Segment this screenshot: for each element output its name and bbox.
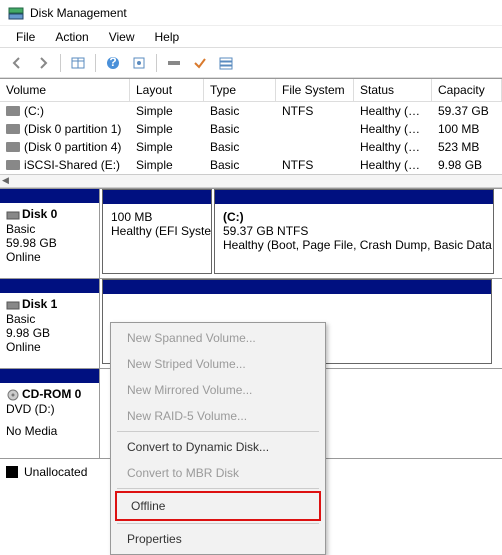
menu-action[interactable]: Action — [45, 28, 98, 45]
volume-capacity: 523 MB — [432, 138, 502, 156]
menu-new-spanned: New Spanned Volume... — [113, 325, 323, 351]
partition-status: Healthy (EFI System — [111, 224, 203, 238]
volume-row[interactable]: (Disk 0 partition 4) SimpleBasic Healthy (… — [0, 138, 502, 156]
volume-fs — [276, 120, 354, 138]
partition[interactable]: 100 MBHealthy (EFI System — [102, 189, 212, 274]
disk-state: Online — [6, 250, 93, 264]
menu-properties[interactable]: Properties — [113, 526, 323, 552]
volume-fs: NTFS — [276, 156, 354, 174]
volume-status: Healthy (B... — [354, 156, 432, 174]
volume-icon — [6, 160, 20, 170]
disk-partitions: 100 MBHealthy (EFI System(C:)59.37 GB NT… — [100, 189, 502, 278]
volume-fs: NTFS — [276, 102, 354, 120]
menu-view[interactable]: View — [99, 28, 145, 45]
detail-view-icon[interactable] — [215, 52, 237, 74]
legend-label-unallocated: Unallocated — [24, 465, 87, 479]
volume-name: (Disk 0 partition 1) — [24, 122, 121, 136]
menubar: File Action View Help — [0, 26, 502, 48]
menu-new-raid5: New RAID-5 Volume... — [113, 403, 323, 429]
col-capacity[interactable]: Capacity — [432, 79, 502, 101]
volume-fs — [276, 138, 354, 156]
forward-icon[interactable] — [32, 52, 54, 74]
volume-row[interactable]: iSCSI-Shared (E:) SimpleBasicNTFSHealthy … — [0, 156, 502, 174]
menu-file[interactable]: File — [6, 28, 45, 45]
refresh-icon[interactable] — [128, 52, 150, 74]
menu-convert-dynamic[interactable]: Convert to Dynamic Disk... — [113, 434, 323, 460]
legend-swatch-unallocated — [6, 466, 18, 478]
volume-row[interactable]: (C:) SimpleBasicNTFSHealthy (B...59.37 GB — [0, 102, 502, 120]
window-title: Disk Management — [30, 6, 127, 20]
svg-text:?: ? — [109, 56, 116, 69]
disk-name: Disk 0 — [22, 207, 57, 221]
menu-new-striped: New Striped Volume... — [113, 351, 323, 377]
col-status[interactable]: Status — [354, 79, 432, 101]
volume-layout: Simple — [130, 138, 204, 156]
volume-type: Basic — [204, 156, 276, 174]
disk-state: Online — [6, 340, 93, 354]
check-icon[interactable] — [189, 52, 211, 74]
volume-capacity: 9.98 GB — [432, 156, 502, 174]
col-layout[interactable]: Layout — [130, 79, 204, 101]
disk-type: Basic — [6, 222, 93, 236]
disk-label[interactable]: CD-ROM 0DVD (D:) No Media — [0, 369, 100, 458]
menu-new-mirrored: New Mirrored Volume... — [113, 377, 323, 403]
volume-name: (Disk 0 partition 4) — [24, 140, 121, 154]
settings-icon[interactable] — [163, 52, 185, 74]
disk-label[interactable]: Disk 0Basic59.98 GBOnline — [0, 189, 100, 278]
volume-icon — [6, 124, 20, 134]
col-volume[interactable]: Volume — [0, 79, 130, 101]
col-filesystem[interactable]: File System — [276, 79, 354, 101]
volume-name: iSCSI-Shared (E:) — [24, 158, 120, 172]
menu-separator — [117, 523, 319, 524]
disk-context-menu: New Spanned Volume... New Striped Volume… — [110, 322, 326, 555]
volume-table: Volume Layout Type File System Status Ca… — [0, 78, 502, 174]
partition-status: Healthy (Boot, Page File, Crash Dump, Ba… — [223, 238, 485, 252]
volume-capacity: 100 MB — [432, 120, 502, 138]
help-icon[interactable]: ? — [102, 52, 124, 74]
partition-title: (C:) — [223, 210, 485, 224]
menu-separator — [117, 431, 319, 432]
partition-size: 100 MB — [111, 210, 203, 224]
back-icon[interactable] — [6, 52, 28, 74]
volume-icon — [6, 106, 20, 116]
volume-type: Basic — [204, 120, 276, 138]
titlebar: Disk Management — [0, 0, 502, 26]
table-view-icon[interactable] — [67, 52, 89, 74]
volume-status: Healthy (E... — [354, 120, 432, 138]
horizontal-scrollbar[interactable] — [0, 174, 502, 188]
volume-header-row: Volume Layout Type File System Status Ca… — [0, 79, 502, 102]
menu-offline[interactable]: Offline — [117, 493, 319, 519]
disk-name: CD-ROM 0 — [22, 387, 81, 401]
volume-icon — [6, 142, 20, 152]
menu-help[interactable]: Help — [145, 28, 190, 45]
menu-offline-highlight: Offline — [115, 491, 321, 521]
volume-capacity: 59.37 GB — [432, 102, 502, 120]
volume-name: (C:) — [24, 104, 44, 118]
volume-status: Healthy (B... — [354, 102, 432, 120]
toolbar: ? — [0, 48, 502, 78]
menu-separator — [117, 488, 319, 489]
volume-type: Basic — [204, 138, 276, 156]
volume-layout: Simple — [130, 102, 204, 120]
partition-size: 59.37 GB NTFS — [223, 224, 485, 238]
disk-state: No Media — [6, 424, 93, 438]
disk-size: 9.98 GB — [6, 326, 93, 340]
disk-size: 59.98 GB — [6, 236, 93, 250]
col-type[interactable]: Type — [204, 79, 276, 101]
volume-layout: Simple — [130, 120, 204, 138]
disk-type: DVD (D:) — [6, 402, 93, 416]
app-icon — [8, 5, 24, 21]
volume-type: Basic — [204, 102, 276, 120]
disk-row: Disk 0Basic59.98 GBOnline100 MBHealthy (… — [0, 189, 502, 279]
volume-status: Healthy (R... — [354, 138, 432, 156]
volume-layout: Simple — [130, 156, 204, 174]
disk-label[interactable]: Disk 1Basic9.98 GBOnline — [0, 279, 100, 368]
partition[interactable]: (C:)59.37 GB NTFSHealthy (Boot, Page Fil… — [214, 189, 494, 274]
disk-name: Disk 1 — [22, 297, 57, 311]
volume-row[interactable]: (Disk 0 partition 1) SimpleBasic Healthy (… — [0, 120, 502, 138]
disk-type: Basic — [6, 312, 93, 326]
menu-convert-mbr: Convert to MBR Disk — [113, 460, 323, 486]
